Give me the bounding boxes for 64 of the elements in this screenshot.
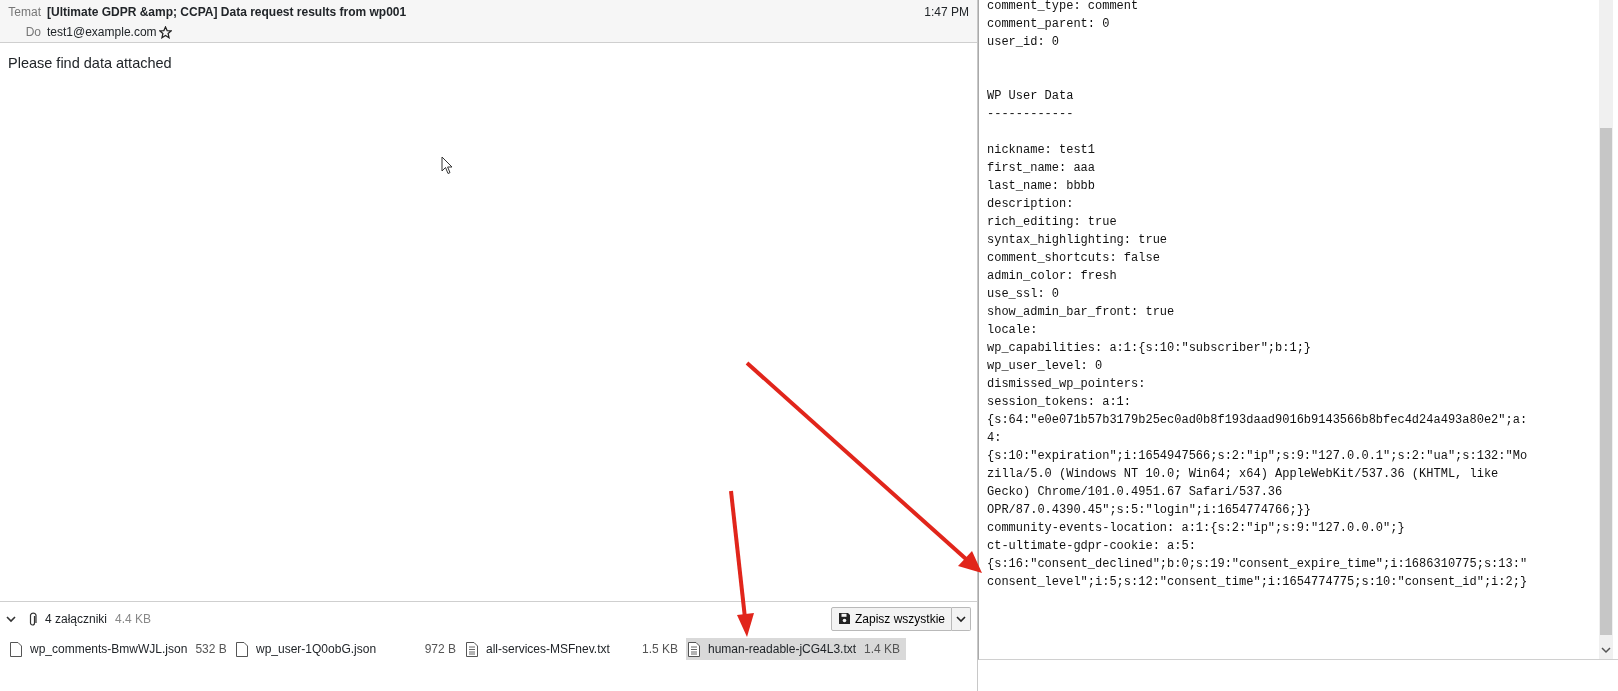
dropdown-button[interactable] xyxy=(952,606,971,631)
chevron-down-icon[interactable] xyxy=(6,614,16,625)
text-line: ct-ultimate-gdpr-cookie: a:5: xyxy=(987,538,1197,555)
attachment-size: 532 B xyxy=(195,641,227,658)
text-line: wp_user_level: 0 xyxy=(987,358,1104,375)
file-icon xyxy=(236,641,248,657)
caret-icon xyxy=(956,615,966,623)
text-line: ------------ xyxy=(987,106,1075,123)
text-line: OPR/87.0.4390.45";s:5:"login";i:1654774766;}} xyxy=(987,502,1313,519)
attachment-item[interactable]: wp_user-1Q0obG.json 972 B xyxy=(234,638,464,660)
attachment-size: 1.5 KB xyxy=(641,641,678,658)
mouse-pointer-icon xyxy=(441,156,453,175)
attachment-item[interactable]: human-readable-jCG4L3.txt 1.4 KB xyxy=(686,638,906,660)
email-time: 1:47 PM xyxy=(924,4,969,21)
text-line: user_id: 0 xyxy=(987,34,1060,51)
text-line: wp_capabilities: a:1:{s:10:"subscriber";b:1;} xyxy=(987,340,1313,357)
text-line: description: xyxy=(987,196,1075,213)
text-line: locale: xyxy=(987,322,1039,339)
email-body-text: Please find data attached xyxy=(8,55,172,71)
recipient-address[interactable]: test1@example.com xyxy=(47,23,157,41)
text-line: syntax_highlighting: true xyxy=(987,232,1169,249)
attachment-count[interactable]: 4 załączniki xyxy=(45,609,108,628)
attachment-size: 972 B xyxy=(424,641,456,658)
attachment-name: human-readable-jCG4L3.txt xyxy=(708,641,857,658)
text-line: WP User Data xyxy=(987,88,1075,105)
text-line: last_name: bbbb xyxy=(987,178,1097,195)
attachment-item[interactable]: wp_comments-BmwWJL.json 532 B xyxy=(8,638,234,660)
text-line: dismissed_wp_pointers: xyxy=(987,376,1147,393)
text-line: first_name: aaa xyxy=(987,160,1097,177)
paperclip-icon xyxy=(28,611,37,627)
star-icon[interactable] xyxy=(158,26,172,40)
text-line: nickname: test1 xyxy=(987,142,1097,159)
text-line: comment_shortcuts: false xyxy=(987,250,1161,267)
attachment-size: 1.4 KB xyxy=(864,641,901,658)
text-line: rich_editing: true xyxy=(987,214,1118,231)
text-line: Gecko) Chrome/101.0.4951.67 Safari/537.36 xyxy=(987,484,1284,501)
field-label: Do xyxy=(24,24,41,41)
text-line: zilla/5.0 (Windows NT 10.0; Win64; x64) AppleWebKit/537.36 (KHTML, like xyxy=(987,466,1500,483)
text-line: consent_level";i:5;s:12:"consent_time";i:1654774775;s:10:"consent_id";i:2;} xyxy=(987,574,1529,591)
attachments-size: 4.4 KB xyxy=(115,610,152,628)
file-icon xyxy=(10,641,22,657)
text-line: comment_parent: 0 xyxy=(987,16,1111,33)
field-label: Temat xyxy=(8,4,41,21)
text-line: {s:16:"consent_declined";b:0;s:19:"consent_expire_time";i:1686310775;s:13:" xyxy=(987,556,1529,573)
text-line: use_ssl: 0 xyxy=(987,286,1060,303)
scroll-down-icon[interactable] xyxy=(1601,647,1611,654)
text-line: {s:10:"expiration";i:1654947566;s:2:"ip";s:9:"127.0.0.1";s:2:"ua";s:132:"Mo xyxy=(987,448,1529,465)
text-line: comment_type: comment xyxy=(987,0,1140,15)
save-all-button[interactable]: Zapisz wszystkie xyxy=(830,606,952,631)
text-line: show_admin_bar_front: true xyxy=(987,304,1176,321)
attachment-item[interactable]: all-services-MSFnev.txt 1.5 KB xyxy=(464,638,686,660)
attachment-name: all-services-MSFnev.txt xyxy=(486,641,610,658)
attachment-name: wp_user-1Q0obG.json xyxy=(256,641,377,658)
text-line: admin_color: fresh xyxy=(987,268,1118,285)
attachment-name: wp_comments-BmwWJL.json xyxy=(30,641,188,658)
text-line: {s:64:"e0e071b57b3179b25ec0ad0b8f193daad9016b9143566b8bfec4d24a493a80e2";a: xyxy=(987,412,1529,429)
scrollbar-thumb[interactable] xyxy=(1600,128,1612,635)
scrollbar[interactable] xyxy=(1599,0,1613,659)
text-line: session_tokens: a:1: xyxy=(987,394,1133,411)
text-file-icon xyxy=(688,641,700,657)
email-subject: [Ultimate GDPR &amp; CCPA] Data request results from wp001 xyxy=(47,4,408,21)
text-line: 4: xyxy=(987,430,1003,447)
text-line: community-events-location: a:1:{s:2:"ip";s:9:"127.0.0.0";} xyxy=(987,520,1406,537)
text-file-icon xyxy=(466,641,478,657)
